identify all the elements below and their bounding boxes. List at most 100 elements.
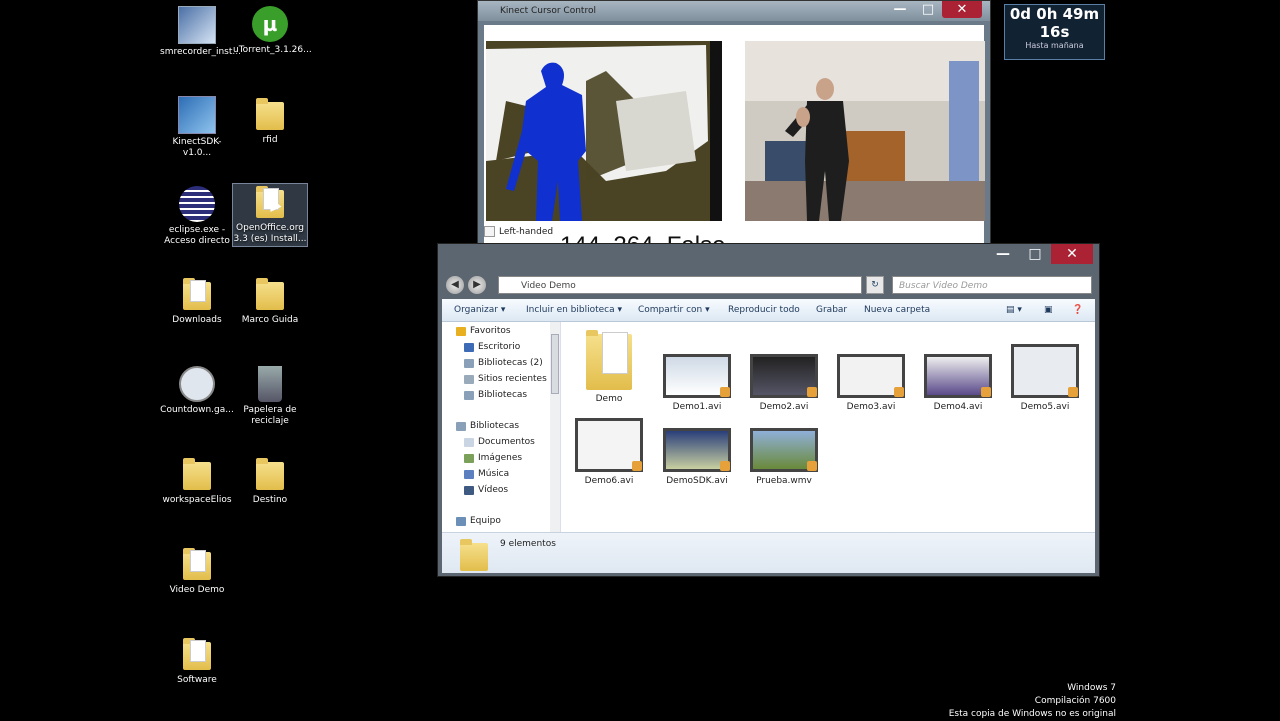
desktop-icon-marco-guida[interactable]: Marco Guida [233,276,307,326]
play-all-button[interactable]: Reproducir todo [728,299,800,321]
navigation-pane: Favoritos Escritorio Bibliotecas (2) Sit… [442,322,561,532]
desktop-icon-openoffice[interactable]: OpenOffice.org 3.3 (es) Install... [232,183,308,247]
refresh-button[interactable]: ↻ [866,276,884,294]
installer-icon [178,6,216,44]
window-titlebar[interactable]: Kinect Cursor Control — □ ✕ [478,1,990,21]
folder-icon [584,328,634,392]
countdown-line1: 0d 0h 49m [1009,5,1100,23]
recent-places-icon [464,375,474,384]
close-button[interactable]: ✕ [942,1,982,18]
desktop-icon-label: Countdown.ga... [160,405,234,415]
video-thumbnail-icon [663,354,731,398]
nav-item-videos[interactable]: Vídeos [464,483,508,498]
file-item-video[interactable]: Demo4.avi [918,354,998,412]
desktop-icon-utorrent[interactable]: µ uTorrent_3.1.26... [233,6,312,56]
nav-item-libraries-2[interactable]: Bibliotecas (2) [464,356,543,371]
star-icon [456,327,466,336]
file-name: Demo2.avi [759,402,809,412]
file-item-video[interactable]: Prueba.wmv [744,428,824,486]
file-item-video[interactable]: DemoSDK.avi [657,428,737,486]
desktop-icon-software[interactable]: Software [160,636,234,686]
library-icon [456,422,466,431]
file-item-folder[interactable]: Demo [569,328,649,404]
left-handed-checkbox[interactable]: Left-handed [484,226,553,237]
folder-icon [179,456,215,492]
nav-scrollbar[interactable] [550,322,560,532]
video-thumbnail-icon [924,354,992,398]
desktop-icon-kinectsdk[interactable]: KinectSDK-v1.0... [160,96,234,159]
folder-icon [179,546,215,582]
nav-item-recent-places[interactable]: Sitios recientes [464,372,547,387]
nav-item-documents[interactable]: Documentos [464,435,535,450]
new-folder-button[interactable]: Nueva carpeta [864,299,930,321]
desktop-icon-label: Destino [252,495,288,505]
folder-icon [252,456,288,492]
maximize-button[interactable]: □ [914,1,942,18]
nav-item-desktop[interactable]: Escritorio [464,340,520,355]
burn-button[interactable]: Grabar [816,299,847,321]
file-item-video[interactable]: Demo2.avi [744,354,824,412]
nav-item-computer[interactable]: Equipo [456,514,501,529]
close-button[interactable]: ✕ [1051,244,1093,264]
address-bar[interactable]: Video Demo [498,276,862,294]
windows-watermark: Windows 7 Compilación 7600 Esta copia de… [949,682,1116,721]
scrollbar-thumb[interactable] [551,334,559,394]
folder-icon [252,276,288,312]
watermark-line3: Esta copia de Windows no es original [948,709,1116,719]
desktop-icon-smrecorder[interactable]: smrecorder_inst... [160,6,241,58]
explorer-window: — □ ✕ ◀ ▶ Video Demo ↻ Buscar Video Demo… [437,243,1100,577]
desktop-icon-recycle-bin[interactable]: Papelera de reciclaje [233,366,307,427]
file-name: Demo [595,394,623,404]
nav-item-favorites[interactable]: Favoritos [456,324,511,339]
video-thumbnail-icon [750,354,818,398]
checkbox-box[interactable] [484,226,495,237]
desktop-icon-label: eclipse.exe - Acceso directo [164,225,230,246]
desktop-icon-video-demo[interactable]: Video Demo [160,546,234,596]
music-icon [464,470,474,479]
item-count: 9 elementos [500,539,556,549]
desktop-icon-destino[interactable]: Destino [233,456,307,506]
desktop-icon-countdown[interactable]: Countdown.ga... [160,366,234,416]
help-icon[interactable]: ❓ [1072,299,1083,321]
desktop-icon-workspace-elios[interactable]: workspaceElios [160,456,234,506]
status-bar: 9 elementos [442,532,1095,573]
nav-item-libraries-header[interactable]: Bibliotecas [456,419,519,434]
file-item-video[interactable]: Demo3.avi [831,354,911,412]
desktop-icon-downloads[interactable]: Downloads [160,276,234,326]
organize-button[interactable]: Organizar ▾ [454,299,505,321]
desktop-icon-eclipse[interactable]: eclipse.exe - Acceso directo [160,186,234,247]
nav-item-libraries[interactable]: Bibliotecas [464,388,527,403]
utorrent-icon: µ [252,6,288,42]
window-title: Kinect Cursor Control [500,6,596,16]
desktop-icon-rfid[interactable]: rfid [233,96,307,146]
folder-icon [179,276,215,312]
command-bar: Organizar ▾ Incluir en biblioteca ▾ Comp… [442,299,1095,322]
watermark-line1: Windows 7 [1067,683,1116,693]
minimize-button[interactable]: — [886,1,914,18]
folder-icon [179,636,215,672]
file-item-video[interactable]: Demo1.avi [657,354,737,412]
nav-item-images[interactable]: Imágenes [464,451,522,466]
desktop-icon-label: Video Demo [169,585,225,595]
navigation-bar: ◀ ▶ Video Demo ↻ Buscar Video Demo [444,275,1092,297]
preview-pane-button[interactable]: ▣ [1044,299,1053,321]
file-item-video[interactable]: Demo5.avi [1005,344,1085,412]
view-options-button[interactable]: ▤ ▾ [1006,299,1022,321]
file-item-video[interactable]: Demo6.avi [569,418,649,486]
include-in-library-button[interactable]: Incluir en biblioteca ▾ [526,299,622,321]
desktop-icon-label: workspaceElios [162,495,232,505]
desktop-icon-label: Marco Guida [241,315,299,325]
share-with-button[interactable]: Compartir con ▾ [638,299,710,321]
gadget-icon [179,366,215,402]
countdown-gadget: 0d 0h 49m 16s Hasta mañana [1004,4,1105,60]
videos-icon [464,486,474,495]
nav-item-music[interactable]: Música [464,467,509,482]
search-input[interactable]: Buscar Video Demo [892,276,1092,294]
forward-button[interactable]: ▶ [468,276,486,294]
minimize-button[interactable]: — [987,244,1019,264]
back-button[interactable]: ◀ [446,276,464,294]
left-handed-label: Left-handed [499,226,554,237]
documents-icon [464,438,474,447]
maximize-button[interactable]: □ [1019,244,1051,264]
file-name: Demo1.avi [672,402,722,412]
